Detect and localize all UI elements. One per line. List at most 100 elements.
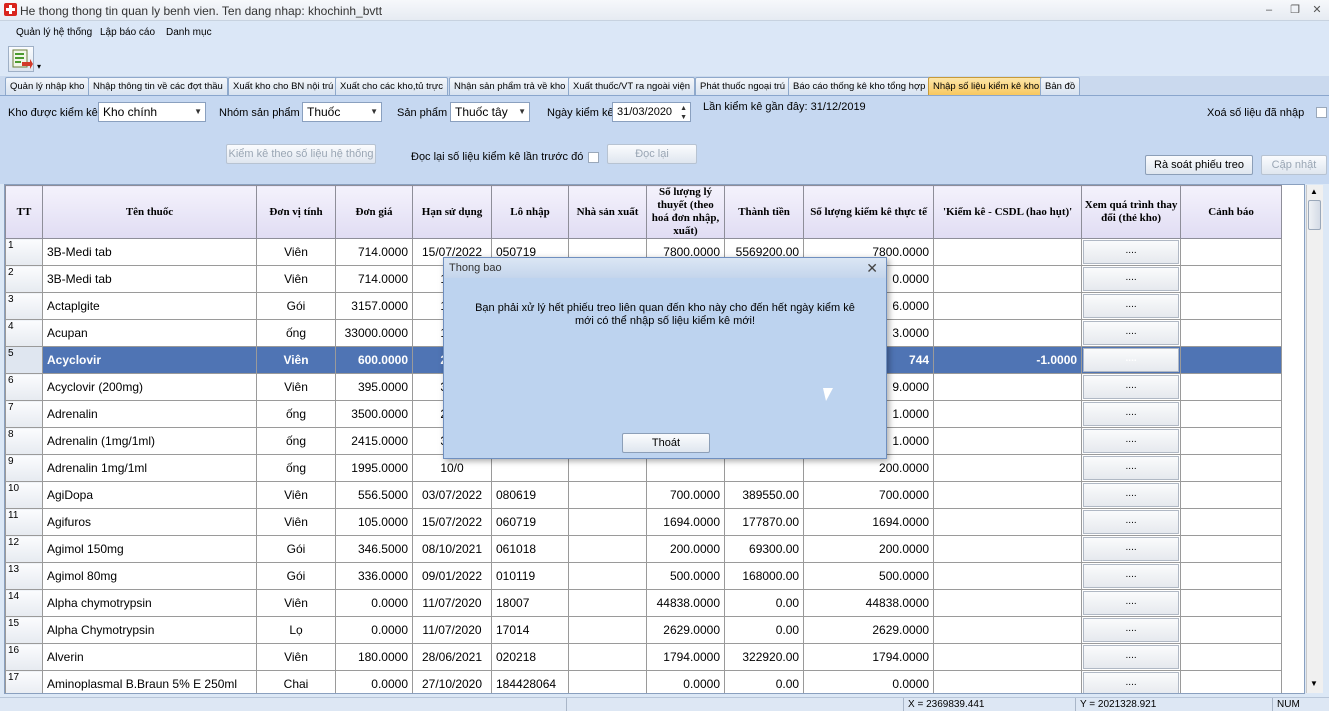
col-header-lo-nhap[interactable]: Lô nhập	[491, 185, 569, 239]
col-header-so-luong-ly-thuyet[interactable]: Số lượng lý thuyết (theo hoá đơn nhập, x…	[646, 185, 725, 239]
cell-kk[interactable]: 200.0000	[803, 535, 935, 563]
nhom-san-pham-select[interactable]: Thuốc ▼	[302, 102, 382, 122]
tab-nhan-san-pham-tra-ve[interactable]: Nhận sản phẩm trả về kho	[449, 77, 571, 95]
table-row[interactable]: 14 Alpha chymotrypsin Viên 0.0000 11/07/2020…	[5, 589, 1283, 617]
xem-the-kho-button[interactable]: ....	[1083, 321, 1180, 345]
table-row[interactable]: 12 Agimol 150mg Gói 346.5000 08/10/2021 06101…	[5, 535, 1283, 563]
col-header-ten-thuoc[interactable]: Tên thuốc	[42, 185, 257, 239]
col-header-xem-the-kho[interactable]: Xem quá trình thay đổi (thẻ kho)	[1081, 185, 1182, 239]
cell-kk[interactable]: 500.0000	[803, 562, 935, 590]
xem-the-kho-button[interactable]: ....	[1083, 348, 1180, 372]
xem-the-kho-button[interactable]: ....	[1083, 267, 1180, 291]
table-row[interactable]: 13 Agimol 80mg Gói 336.0000 09/01/2022 010119…	[5, 562, 1283, 590]
xem-the-kho-button[interactable]: ....	[1083, 645, 1180, 669]
cell-kk[interactable]: 1694.0000	[803, 508, 935, 536]
xem-the-kho-button[interactable]: ....	[1083, 672, 1180, 693]
cell-xem[interactable]: ....	[1081, 508, 1182, 536]
cell-han: 03/07/2022	[412, 481, 492, 509]
kho-select[interactable]: Kho chính ▼	[98, 102, 206, 122]
xem-the-kho-button[interactable]: ....	[1083, 537, 1180, 561]
cell-xem[interactable]: ....	[1081, 616, 1182, 644]
cell-kk[interactable]: 700.0000	[803, 481, 935, 509]
ra-soat-phieu-treo-button[interactable]: Rà soát phiếu treo	[1145, 155, 1253, 175]
cell-xem[interactable]: ....	[1081, 535, 1182, 563]
dialog-close-icon[interactable]: ✕	[866, 259, 878, 277]
cell-xem[interactable]: ....	[1081, 319, 1182, 347]
tab-nhap-so-lieu-kiem-ke[interactable]: Nhập số liệu kiểm kê kho	[928, 77, 1045, 95]
col-header-hao-hut[interactable]: 'Kiểm kê - CSDL (hao hụt)'	[933, 185, 1083, 239]
tab-bao-cao-thong-ke[interactable]: Báo cáo thống kê kho tổng hợp	[788, 77, 931, 95]
cell-xem[interactable]: ....	[1081, 481, 1182, 509]
toolbar-action-button[interactable]	[8, 46, 34, 72]
xem-the-kho-button[interactable]: ....	[1083, 294, 1180, 318]
thoat-button[interactable]: Thoát	[622, 433, 710, 453]
xem-the-kho-button[interactable]: ....	[1083, 591, 1180, 615]
col-header-don-vi-tinh[interactable]: Đơn vị tính	[256, 185, 336, 239]
close-button[interactable]: ✕	[1304, 2, 1329, 18]
cell-kk[interactable]: 1794.0000	[803, 643, 935, 671]
vertical-scrollbar[interactable]: ▲ ▼	[1306, 185, 1323, 693]
tab-xuat-kho-bn-noi-tru[interactable]: Xuất kho cho BN nội trú	[228, 77, 339, 95]
table-row[interactable]: 17 Aminoplasmal B.Braun 5% E 250ml Chai 0.0…	[5, 670, 1283, 693]
col-header-canh-bao[interactable]: Cảnh báo	[1180, 185, 1283, 239]
table-row[interactable]: 16 Alverin Viên 180.0000 28/06/2021 020218 179…	[5, 643, 1283, 671]
table-row[interactable]: 10 AgiDopa Viên 556.5000 03/07/2022 080619 700…	[5, 481, 1283, 509]
xem-the-kho-button[interactable]: ....	[1083, 618, 1180, 642]
col-header-nha-san-xuat[interactable]: Nhà sản xuất	[568, 185, 647, 239]
scrollbar-thumb[interactable]	[1308, 200, 1321, 230]
kiem-ke-theo-he-thong-button[interactable]: Kiểm kê theo số liệu hệ thống	[226, 144, 376, 164]
cell-kk[interactable]: 2629.0000	[803, 616, 935, 644]
cell-xem[interactable]: ....	[1081, 643, 1182, 671]
tab-nhap-thong-tin-dot-thau[interactable]: Nhập thông tin về các đợt thầu	[88, 77, 228, 95]
xem-the-kho-button[interactable]: ....	[1083, 402, 1180, 426]
tab-xuat-thuoc-ra-ngoai-vien[interactable]: Xuất thuốc/VT ra ngoài viện	[568, 77, 696, 95]
doc-lai-checkbox[interactable]	[588, 152, 599, 163]
cell-lo: 080619	[491, 481, 569, 509]
menu-danh-muc[interactable]: Danh mục	[166, 27, 212, 38]
minimize-button[interactable]: –	[1256, 2, 1282, 18]
tab-quan-ly-nhap-kho[interactable]: Quản lý nhập kho	[5, 77, 90, 95]
cell-xem[interactable]: ....	[1081, 400, 1182, 428]
col-header-tt[interactable]: TT	[5, 185, 43, 239]
xem-the-kho-button[interactable]: ....	[1083, 483, 1180, 507]
cell-kk[interactable]: 0.0000	[803, 670, 935, 693]
cell-xem[interactable]: ....	[1081, 292, 1182, 320]
col-header-don-gia[interactable]: Đơn giá	[335, 185, 413, 239]
tab-ban-do[interactable]: Bản đồ	[1040, 77, 1081, 95]
table-row[interactable]: 11 Agifuros Viên 105.0000 15/07/2022 060719 16…	[5, 508, 1283, 536]
tab-xuat-cho-cac-kho[interactable]: Xuất cho các kho,tủ trực	[335, 77, 448, 95]
cell-xem[interactable]: ....	[1081, 373, 1182, 401]
cell-tt: 9	[5, 454, 43, 482]
spin-icon[interactable]: ▲ ▼	[680, 104, 687, 122]
scroll-up-icon[interactable]: ▲	[1310, 187, 1318, 196]
san-pham-select[interactable]: Thuốc tây ▼	[450, 102, 530, 122]
col-header-han-su-dung[interactable]: Hạn sử dụng	[412, 185, 492, 239]
cell-xem[interactable]: ....	[1081, 562, 1182, 590]
xoa-so-lieu-checkbox[interactable]	[1316, 107, 1327, 118]
doc-lai-button[interactable]: Đọc lại	[607, 144, 697, 164]
xem-the-kho-button[interactable]: ....	[1083, 564, 1180, 588]
cell-xem[interactable]: ....	[1081, 427, 1182, 455]
table-row[interactable]: 15 Alpha Chymotrypsin Lọ 0.0000 11/07/2020 17…	[5, 616, 1283, 644]
xem-the-kho-button[interactable]: ....	[1083, 375, 1180, 399]
cell-xem[interactable]: ....	[1081, 346, 1182, 374]
menu-lap-bao-cao[interactable]: Lập báo cáo	[100, 27, 155, 38]
cell-xem[interactable]: ....	[1081, 589, 1182, 617]
col-header-so-luong-kiem-ke[interactable]: Số lượng kiểm kê thực tế	[803, 185, 935, 239]
cell-xem[interactable]: ....	[1081, 454, 1182, 482]
xem-the-kho-button[interactable]: ....	[1083, 240, 1180, 264]
cell-kk[interactable]: 44838.0000	[803, 589, 935, 617]
cell-xem[interactable]: ....	[1081, 265, 1182, 293]
xem-the-kho-button[interactable]: ....	[1083, 429, 1180, 453]
cell-xem[interactable]: ....	[1081, 238, 1182, 266]
ngay-kiem-ke-picker[interactable]: 31/03/2020 ▲ ▼	[612, 102, 691, 122]
xem-the-kho-button[interactable]: ....	[1083, 456, 1180, 480]
cell-xem[interactable]: ....	[1081, 670, 1182, 693]
menu-quan-ly-he-thong[interactable]: Quản lý hệ thống	[16, 27, 92, 38]
cap-nhat-button[interactable]: Cập nhật	[1261, 155, 1327, 175]
tab-phat-thuoc-ngoai-tru[interactable]: Phát thuốc ngoại trú	[695, 77, 791, 95]
col-header-thanh-tien[interactable]: Thành tiền	[723, 185, 805, 239]
toolbar-dropdown-icon[interactable]: ▾	[37, 62, 41, 71]
xem-the-kho-button[interactable]: ....	[1083, 510, 1180, 534]
scroll-down-icon[interactable]: ▼	[1310, 679, 1318, 688]
